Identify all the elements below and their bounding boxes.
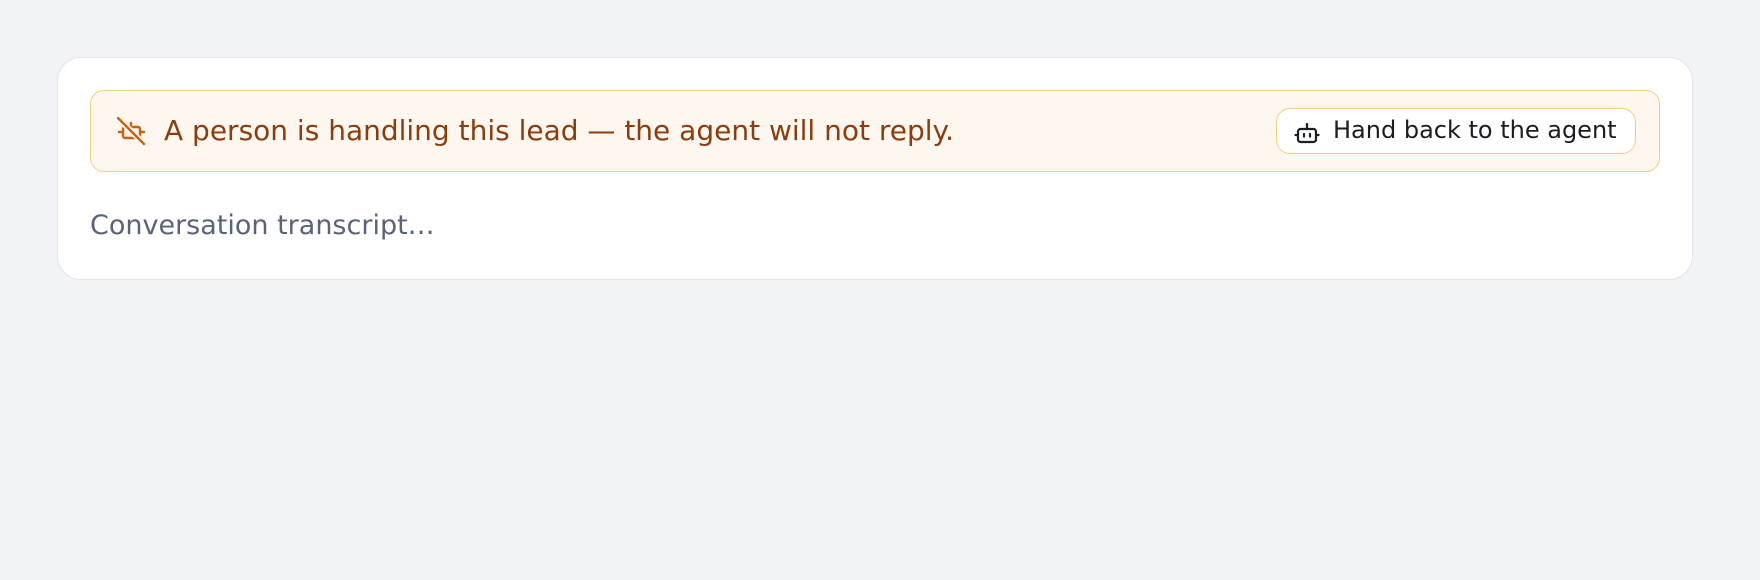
bot-off-icon xyxy=(115,115,147,147)
human-takeover-banner: A person is handling this lead — the age… xyxy=(90,90,1660,172)
conversation-card: A person is handling this lead — the age… xyxy=(57,57,1693,280)
bot-icon xyxy=(1294,120,1320,146)
banner-message: A person is handling this lead — the age… xyxy=(164,114,955,147)
conversation-transcript-placeholder: Conversation transcript… xyxy=(90,210,435,241)
hand-back-to-agent-button[interactable]: Hand back to the agent xyxy=(1276,108,1636,154)
hand-back-button-label: Hand back to the agent xyxy=(1333,116,1617,144)
